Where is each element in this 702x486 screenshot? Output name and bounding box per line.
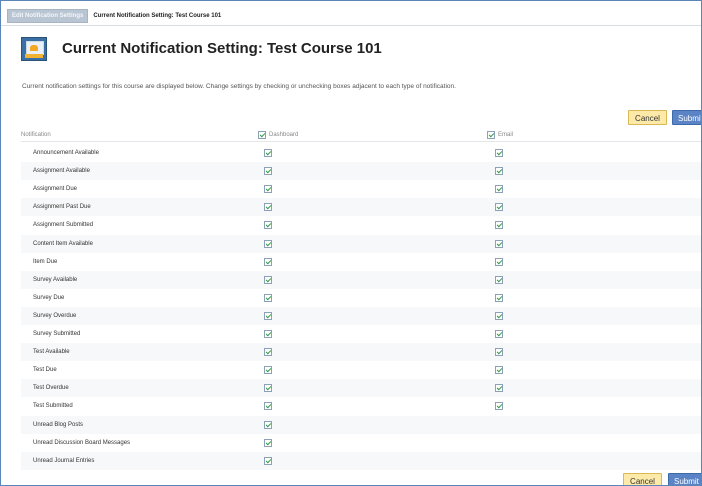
breadcrumb-item-edit-settings[interactable]: Edit Notification Settings bbox=[7, 8, 89, 23]
table-row: Survey Available bbox=[21, 270, 701, 289]
dashboard-checkbox[interactable] bbox=[264, 402, 272, 411]
email-checkbox[interactable] bbox=[495, 203, 503, 212]
column-header-notification-label: Notification bbox=[21, 132, 51, 138]
dashboard-checkbox[interactable] bbox=[264, 257, 272, 266]
notification-label: Announcement Available bbox=[33, 150, 99, 156]
table-row: Test Submitted bbox=[21, 397, 701, 415]
table-row: Test Available bbox=[21, 343, 701, 362]
email-checkbox[interactable] bbox=[495, 402, 503, 411]
table-row: Assignment Available bbox=[21, 162, 701, 181]
notification-label: Test Overdue bbox=[33, 385, 69, 392]
dashboard-checkbox[interactable] bbox=[264, 149, 272, 157]
table-row: Unread Blog Posts bbox=[21, 415, 701, 434]
submit-button-top[interactable]: Submit bbox=[672, 110, 701, 125]
notification-label: Content Item Available bbox=[33, 240, 93, 247]
table-row: Assignment Due bbox=[21, 180, 701, 198]
notification-label: Test Available bbox=[33, 349, 70, 356]
table-row: Test Overdue bbox=[21, 379, 701, 398]
divider bbox=[1, 25, 701, 26]
table-row: Assignment Submitted bbox=[21, 216, 701, 234]
dashboard-checkbox[interactable] bbox=[264, 203, 272, 212]
column-header-dashboard-label: Dashboard bbox=[269, 132, 299, 138]
email-checkbox[interactable] bbox=[495, 149, 503, 157]
dashboard-select-all-checkbox[interactable] bbox=[258, 131, 266, 139]
notification-label: Unread Journal Entries bbox=[33, 457, 95, 464]
dashboard-checkbox[interactable] bbox=[264, 221, 272, 230]
email-checkbox[interactable] bbox=[495, 384, 503, 393]
notification-label: Survey Overdue bbox=[33, 312, 77, 319]
dashboard-checkbox[interactable] bbox=[264, 167, 272, 176]
notification-label: Survey Submitted bbox=[33, 331, 81, 337]
notification-label: Assignment Submitted bbox=[33, 222, 94, 229]
dashboard-checkbox[interactable] bbox=[264, 275, 272, 284]
dashboard-checkbox[interactable] bbox=[264, 348, 272, 357]
dashboard-checkbox[interactable] bbox=[264, 311, 272, 320]
email-checkbox[interactable] bbox=[495, 239, 503, 248]
email-checkbox[interactable] bbox=[495, 311, 503, 320]
dashboard-checkbox[interactable] bbox=[264, 330, 272, 338]
course-notification-icon bbox=[21, 37, 47, 61]
dashboard-checkbox[interactable] bbox=[264, 239, 272, 248]
column-header-dashboard: Dashboard bbox=[258, 130, 298, 140]
email-checkbox[interactable] bbox=[495, 185, 503, 194]
email-checkbox[interactable] bbox=[495, 366, 503, 375]
notification-label: Assignment Due bbox=[33, 186, 78, 193]
notification-label: Unread Discussion Board Messages bbox=[33, 439, 131, 446]
email-checkbox[interactable] bbox=[495, 275, 503, 284]
notification-label: Unread Blog Posts bbox=[33, 421, 84, 428]
table-row: Unread Discussion Board Messages bbox=[21, 434, 701, 452]
email-checkbox[interactable] bbox=[495, 293, 503, 302]
submit-button-bottom[interactable]: Submit bbox=[668, 473, 701, 485]
notification-label: Assignment Past Due bbox=[33, 204, 91, 211]
table-row: Survey Overdue bbox=[21, 306, 701, 325]
breadcrumb: Edit Notification Settings Current Notif… bbox=[7, 8, 222, 23]
notification-label: Item Due bbox=[33, 258, 58, 265]
email-checkbox[interactable] bbox=[495, 221, 503, 230]
email-checkbox[interactable] bbox=[495, 330, 503, 338]
email-select-all-checkbox[interactable] bbox=[487, 131, 495, 139]
notification-label: Survey Due bbox=[33, 294, 65, 301]
table-row: Item Due bbox=[21, 253, 701, 271]
dashboard-checkbox[interactable] bbox=[264, 384, 272, 393]
table-row: Assignment Past Due bbox=[21, 198, 701, 217]
table-row: Unread Journal Entries bbox=[21, 451, 701, 470]
column-header-email-label: Email bbox=[498, 132, 514, 138]
table-row: Survey Submitted bbox=[21, 325, 701, 343]
notification-label: Test Submitted bbox=[33, 403, 73, 410]
cancel-button-top[interactable]: Cancel bbox=[628, 110, 667, 125]
table-header-divider bbox=[21, 141, 701, 142]
email-checkbox[interactable] bbox=[495, 167, 503, 176]
breadcrumb-item-current: Current Notification Setting: Test Cours… bbox=[93, 12, 222, 19]
page-title: Current Notification Setting: Test Cours… bbox=[62, 40, 382, 57]
page-frame: Edit Notification Settings Current Notif… bbox=[0, 0, 702, 486]
email-checkbox[interactable] bbox=[495, 257, 503, 266]
page-description: Current notification settings for this c… bbox=[22, 83, 456, 90]
table-row: Announcement Available bbox=[21, 144, 701, 162]
table-row: Survey Due bbox=[21, 289, 701, 307]
notification-label: Survey Available bbox=[33, 276, 78, 283]
table-row: Test Due bbox=[21, 361, 701, 379]
notification-label: Assignment Available bbox=[33, 168, 90, 175]
cancel-button-bottom[interactable]: Cancel bbox=[623, 473, 662, 485]
column-header-email: Email bbox=[487, 130, 513, 140]
notification-label: Test Due bbox=[33, 367, 57, 374]
dashboard-checkbox[interactable] bbox=[264, 438, 272, 447]
dashboard-checkbox[interactable] bbox=[264, 456, 272, 465]
dashboard-checkbox[interactable] bbox=[264, 366, 272, 375]
dashboard-checkbox[interactable] bbox=[264, 420, 272, 429]
dashboard-checkbox[interactable] bbox=[264, 293, 272, 302]
dashboard-checkbox[interactable] bbox=[264, 185, 272, 194]
table-row: Content Item Available bbox=[21, 234, 701, 253]
email-checkbox[interactable] bbox=[495, 348, 503, 357]
column-header-notification: Notification bbox=[21, 130, 51, 140]
